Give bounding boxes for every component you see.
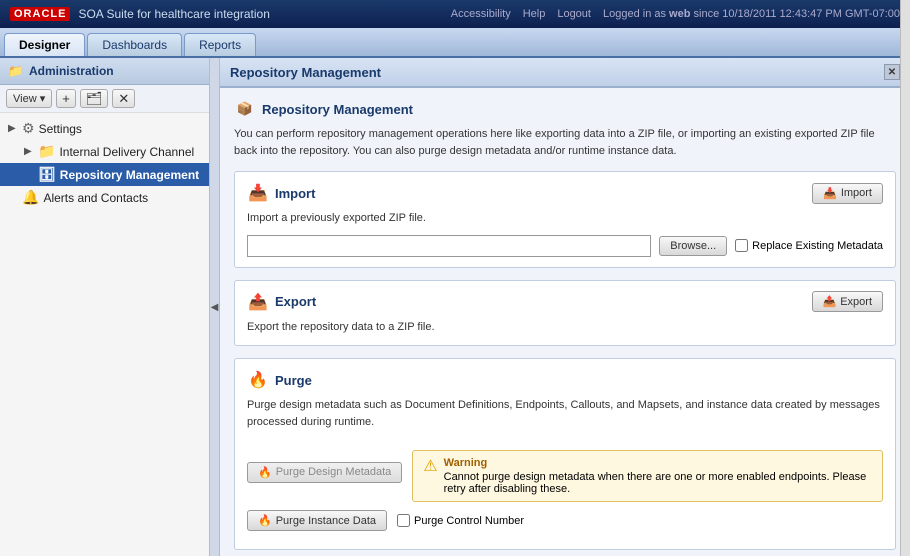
sidebar-toolbar: View ▾ + 🗂 ✕ <box>0 85 209 113</box>
purge-control-label: Purge Control Number <box>414 515 524 527</box>
folder-icon-idc: 📁 <box>38 143 55 160</box>
sidebar-item-internal-delivery[interactable]: ▶ 📁 Internal Delivery Channel <box>0 140 209 163</box>
purge-design-row: 🔥 Purge Design Metadata ⚠ Warning Cannot… <box>247 442 883 502</box>
export-header: 📤 Export <box>247 291 316 313</box>
browse-button[interactable]: Browse... <box>659 236 727 256</box>
logout-link[interactable]: Logout <box>557 8 591 20</box>
sidebar-item-repository[interactable]: 🗄 Repository Management <box>0 163 209 186</box>
warning-title: Warning <box>444 457 872 469</box>
settings-icon: ⚙ <box>22 120 35 137</box>
export-btn-label: Export <box>840 296 872 308</box>
add-btn[interactable]: + <box>56 89 76 108</box>
main-layout: 📁 Administration View ▾ + 🗂 ✕ ▶ ⚙ Settin… <box>0 58 910 556</box>
delete-btn[interactable]: ✕ <box>112 89 135 108</box>
sidebar: 📁 Administration View ▾ + 🗂 ✕ ▶ ⚙ Settin… <box>0 58 210 556</box>
folder-btn[interactable]: 🗂 <box>80 89 109 108</box>
purge-desc: Purge design metadata such as Document D… <box>247 397 883 430</box>
export-icon: 📤 <box>247 291 269 313</box>
expand-icon-idc: ▶ <box>24 146 34 157</box>
repo-icon: 🗄 <box>38 166 56 183</box>
header-right: Accessibility Help Logout Logged in as w… <box>451 8 900 20</box>
alert-icon: 🔔 <box>22 189 39 206</box>
replace-metadata-checkbox[interactable] <box>735 239 748 252</box>
header-title: SOA Suite for healthcare integration <box>78 7 269 21</box>
purge-icon: 🔥 <box>247 369 269 391</box>
repo-section-header: 📦 Repository Management <box>234 98 896 120</box>
replace-metadata-label: Replace Existing Metadata <box>752 240 883 252</box>
accessibility-link[interactable]: Accessibility <box>451 8 511 20</box>
replace-metadata-row: Replace Existing Metadata <box>735 239 883 252</box>
collapse-handle[interactable]: ◀ <box>210 58 220 556</box>
sidebar-header: 📁 Administration <box>0 58 209 85</box>
help-link[interactable]: Help <box>523 8 546 20</box>
purge-design-button[interactable]: 🔥 Purge Design Metadata <box>247 462 402 483</box>
export-title: Export <box>275 294 316 309</box>
logged-in-text: Logged in as web since 10/18/2011 12:43:… <box>603 8 900 20</box>
export-action-header: 📤 Export 📤 Export <box>247 291 883 313</box>
expand-icon: ▶ <box>8 123 18 134</box>
purge-instance-row: 🔥 Purge Instance Data Purge Control Numb… <box>247 510 883 531</box>
admin-folder-icon: 📁 <box>8 64 23 78</box>
purge-instance-label: Purge Instance Data <box>276 515 376 527</box>
tab-designer[interactable]: Designer <box>4 33 85 56</box>
sidebar-tree: ▶ ⚙ Settings ▶ 📁 Internal Delivery Chann… <box>0 113 209 556</box>
import-action-header: 📥 Import 📥 Import <box>247 182 883 204</box>
repo-section-icon: 📦 <box>234 98 256 120</box>
settings-label: Settings <box>39 122 82 136</box>
import-file-input[interactable] <box>247 235 651 257</box>
purge-header: 🔥 Purge <box>247 369 883 391</box>
purge-design-label: Purge Design Metadata <box>276 466 392 478</box>
repository-label: Repository Management <box>60 168 199 182</box>
content-header: Repository Management ✕ <box>220 58 910 88</box>
import-header: 📥 Import <box>247 182 315 204</box>
browse-label: Browse... <box>670 240 716 252</box>
content-area: Repository Management ✕ 📦 Repository Man… <box>220 58 910 556</box>
purge-control-row: Purge Control Number <box>397 514 524 527</box>
tab-reports[interactable]: Reports <box>184 33 256 56</box>
import-button[interactable]: 📥 Import <box>812 183 883 204</box>
tab-dashboards[interactable]: Dashboards <box>87 33 182 56</box>
export-btn-icon: 📤 <box>823 295 837 308</box>
oracle-logo: ORACLE <box>10 7 70 21</box>
import-row: Browse... Replace Existing Metadata <box>247 235 883 257</box>
warning-text: Cannot purge design metadata when there … <box>444 471 872 495</box>
tab-bar: Designer Dashboards Reports <box>0 28 910 58</box>
purge-design-icon: 🔥 <box>258 466 272 479</box>
purge-title: Purge <box>275 373 312 388</box>
export-section: 📤 Export 📤 Export Export the repository … <box>234 280 896 347</box>
warning-icon: ⚠ <box>423 457 437 476</box>
view-dropdown-btn[interactable]: View ▾ <box>6 89 52 108</box>
purge-instance-icon: 🔥 <box>258 514 272 527</box>
purge-control-checkbox[interactable] <box>397 514 410 527</box>
purge-section: 🔥 Purge Purge design metadata such as Do… <box>234 358 896 550</box>
sidebar-item-alerts[interactable]: 🔔 Alerts and Contacts <box>0 186 209 209</box>
content-body: 📦 Repository Management You can perform … <box>220 88 910 556</box>
purge-instance-button[interactable]: 🔥 Purge Instance Data <box>247 510 387 531</box>
import-section: 📥 Import 📥 Import Import a previously ex… <box>234 171 896 268</box>
import-desc: Import a previously exported ZIP file. <box>247 210 883 227</box>
repo-description: You can perform repository management op… <box>234 126 896 159</box>
close-button[interactable]: ✕ <box>884 64 900 80</box>
import-btn-label: Import <box>841 187 872 199</box>
import-title: Import <box>275 186 315 201</box>
export-desc: Export the repository data to a ZIP file… <box>247 319 883 336</box>
internal-delivery-label: Internal Delivery Channel <box>59 145 194 159</box>
warning-content: Warning Cannot purge design metadata whe… <box>444 457 872 495</box>
scrollbar[interactable] <box>900 0 910 556</box>
repo-section-title: Repository Management <box>262 102 413 117</box>
sidebar-item-settings[interactable]: ▶ ⚙ Settings <box>0 117 209 140</box>
alerts-label: Alerts and Contacts <box>43 191 148 205</box>
warning-box: ⚠ Warning Cannot purge design metadata w… <box>412 450 883 502</box>
import-btn-icon: 📥 <box>823 187 837 200</box>
sidebar-title: Administration <box>29 64 114 78</box>
content-title: Repository Management <box>230 65 381 80</box>
export-button[interactable]: 📤 Export <box>812 291 884 312</box>
import-icon: 📥 <box>247 182 269 204</box>
app-header: ORACLE SOA Suite for healthcare integrat… <box>0 0 910 28</box>
header-left: ORACLE SOA Suite for healthcare integrat… <box>10 7 270 21</box>
